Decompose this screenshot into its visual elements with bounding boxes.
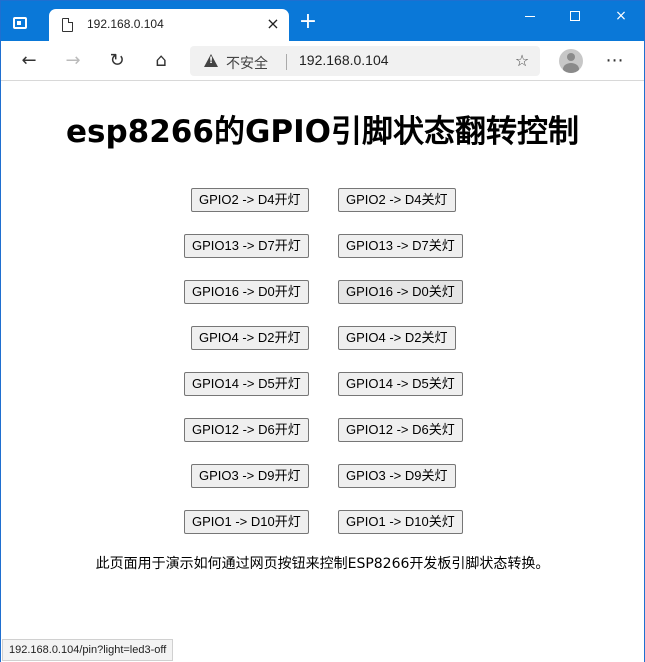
forward-icon[interactable]: →: [59, 47, 87, 75]
gpio2-d4-on-button[interactable]: GPIO2 -> D4开灯: [191, 188, 309, 212]
maximize-icon: [570, 11, 580, 21]
page-content: esp8266的GPIO引脚状态翻转控制 GPIO2 -> D4开灯 GPIO2…: [1, 82, 644, 662]
gpio12-d6-on-button[interactable]: GPIO12 -> D6开灯: [184, 418, 309, 442]
gpio14-d5-off-button[interactable]: GPIO14 -> D5关灯: [338, 372, 463, 396]
browser-titlebar: 192.168.0.104 × + ×: [1, 1, 644, 41]
url-text[interactable]: 192.168.0.104: [299, 52, 389, 68]
close-window-button[interactable]: ×: [598, 1, 644, 33]
security-status[interactable]: 不安全: [226, 53, 268, 73]
gpio4-d2-off-button[interactable]: GPIO4 -> D2关灯: [338, 326, 456, 350]
address-separator: [286, 54, 287, 70]
close-window-icon: ×: [615, 8, 627, 24]
new-tab-icon[interactable]: +: [297, 11, 319, 33]
gpio1-d10-on-button[interactable]: GPIO1 -> D10开灯: [184, 510, 309, 534]
gpio3-d9-off-button[interactable]: GPIO3 -> D9关灯: [338, 464, 456, 488]
gpio16-d0-on-button[interactable]: GPIO16 -> D0开灯: [184, 280, 309, 304]
browser-window: 192.168.0.104 × + × ← → ↻ ⌂ 不安全 192.168.…: [0, 0, 645, 662]
address-bar[interactable]: 不安全 192.168.0.104 ☆: [190, 46, 540, 76]
minimize-icon: [525, 16, 535, 17]
menu-icon[interactable]: ⋯: [601, 47, 629, 75]
gpio3-d9-on-button[interactable]: GPIO3 -> D9开灯: [191, 464, 309, 488]
warning-icon[interactable]: [204, 54, 218, 67]
back-icon[interactable]: ←: [15, 47, 43, 75]
gpio13-d7-off-button[interactable]: GPIO13 -> D7关灯: [338, 234, 463, 258]
page-title: esp8266的GPIO引脚状态翻转控制: [66, 114, 579, 150]
status-bar-url: 192.168.0.104/pin?light=led3-off: [2, 639, 174, 661]
gpio14-d5-on-button[interactable]: GPIO14 -> D5开灯: [184, 372, 309, 396]
gpio16-d0-off-button[interactable]: GPIO16 -> D0关灯: [338, 280, 463, 304]
gpio4-d2-on-button[interactable]: GPIO4 -> D2开灯: [191, 326, 309, 350]
reload-icon[interactable]: ↻: [103, 47, 131, 75]
browser-tab[interactable]: 192.168.0.104 ×: [49, 9, 289, 41]
home-icon[interactable]: ⌂: [147, 47, 175, 75]
close-tab-icon[interactable]: ×: [263, 14, 283, 34]
page-icon: [62, 18, 73, 32]
gpio1-d10-off-button[interactable]: GPIO1 -> D10关灯: [338, 510, 463, 534]
page-description: 此页面用于演示如何通过网页按钮来控制ESP8266开发板引脚状态转换。: [95, 556, 550, 572]
favorite-star-icon[interactable]: ☆: [512, 51, 532, 71]
gpio13-d7-on-button[interactable]: GPIO13 -> D7开灯: [184, 234, 309, 258]
minimize-button[interactable]: [507, 1, 553, 33]
gpio2-d4-off-button[interactable]: GPIO2 -> D4关灯: [338, 188, 456, 212]
profile-avatar-icon[interactable]: [559, 49, 583, 73]
window-icon[interactable]: [13, 17, 27, 29]
browser-toolbar: ← → ↻ ⌂ 不安全 192.168.0.104 ☆ ⋯: [1, 41, 644, 81]
tab-title: 192.168.0.104: [87, 17, 164, 31]
maximize-button[interactable]: [552, 1, 598, 33]
gpio12-d6-off-button[interactable]: GPIO12 -> D6关灯: [338, 418, 463, 442]
